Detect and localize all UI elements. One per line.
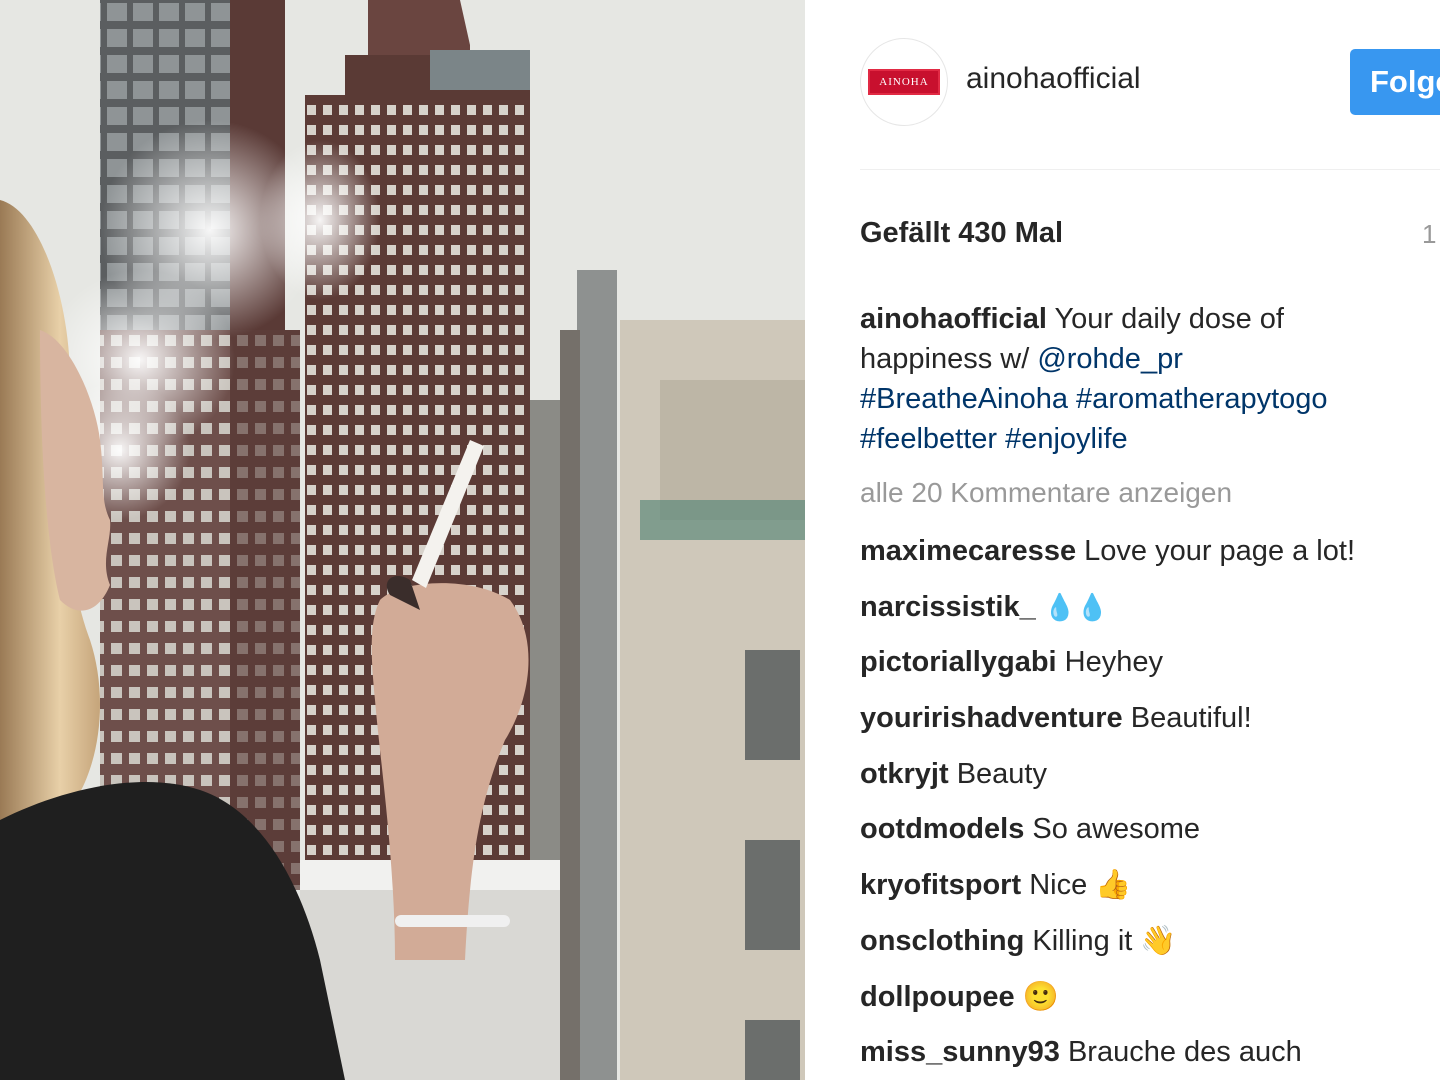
post-time[interactable]: 1 <box>1422 219 1436 250</box>
caption-mention[interactable]: @rohde_pr <box>1037 343 1183 375</box>
author-avatar[interactable]: AINOHA <box>860 38 948 126</box>
comment-username[interactable]: maximecaresse <box>860 535 1076 567</box>
comment-text: Brauche des auch <box>1067 1036 1302 1069</box>
comment-username[interactable]: narcissistik_ <box>860 591 1036 623</box>
follow-button[interactable]: Folgen <box>1350 49 1440 115</box>
comment-text: Killing it 👋 <box>1032 924 1177 957</box>
comment-username[interactable]: ootdmodels <box>860 813 1024 845</box>
comment-item: maximecaresse Love your page a lot! <box>860 531 1440 587</box>
post-photo[interactable] <box>0 0 805 1080</box>
comment-item: kryofitsport Nice 👍 <box>860 865 1440 921</box>
comments-list: maximecaresse Love your page a lot! narc… <box>860 531 1440 1080</box>
city-smoking-photo <box>0 0 805 1080</box>
post-side-panel: AINOHA ainohaofficial Folgen Gefällt 430… <box>805 0 1440 1080</box>
comment-username[interactable]: kryofitsport <box>860 869 1021 901</box>
comment-item: youririshadventure Beautiful! <box>860 698 1440 754</box>
author-username[interactable]: ainohaofficial <box>966 62 1141 96</box>
comment-text: Love your page a lot! <box>1084 535 1355 567</box>
caption-hashtags[interactable]: #BreatheAinoha #aromatherapytogo #feelbe… <box>860 383 1328 455</box>
comment-text: Nice 👍 <box>1029 869 1132 902</box>
comment-text: Beautiful! <box>1130 702 1252 735</box>
comment-item: miss_sunny93 Brauche des auch <box>860 1032 1440 1080</box>
comment-item: narcissistik_ 💧💧 <box>860 587 1440 643</box>
post-caption: ainohaofficial Your daily dose of happin… <box>860 299 1420 459</box>
comment-item: pictoriallygabi Heyhey <box>860 642 1440 698</box>
comment-item: onsclothing Killing it 👋 <box>860 921 1440 977</box>
ainoha-logo: AINOHA <box>868 69 940 95</box>
caption-username[interactable]: ainohaofficial <box>860 303 1047 335</box>
comment-username[interactable]: dollpoupee <box>860 981 1015 1013</box>
comment-text: 🙂 <box>1022 980 1059 1013</box>
comment-text: Heyhey <box>1064 646 1163 679</box>
header-divider <box>860 169 1440 170</box>
likes-count[interactable]: Gefällt 430 Mal <box>860 217 1063 250</box>
comment-username[interactable]: youririshadventure <box>860 702 1123 734</box>
view-all-comments-link[interactable]: alle 20 Kommentare anzeigen <box>860 477 1232 509</box>
comment-text: 💧💧 <box>1043 591 1109 622</box>
comment-username[interactable]: miss_sunny93 <box>860 1036 1060 1068</box>
comment-text: Beauty <box>956 757 1047 790</box>
comment-username[interactable]: onsclothing <box>860 925 1024 957</box>
comment-item: ootdmodels So awesome <box>860 809 1440 865</box>
comment-item: otkryjt Beauty <box>860 754 1440 810</box>
comment-username[interactable]: pictoriallygabi <box>860 646 1057 678</box>
comment-item: dollpoupee 🙂 <box>860 977 1440 1033</box>
comment-text: So awesome <box>1032 813 1201 846</box>
comment-username[interactable]: otkryjt <box>860 758 949 790</box>
